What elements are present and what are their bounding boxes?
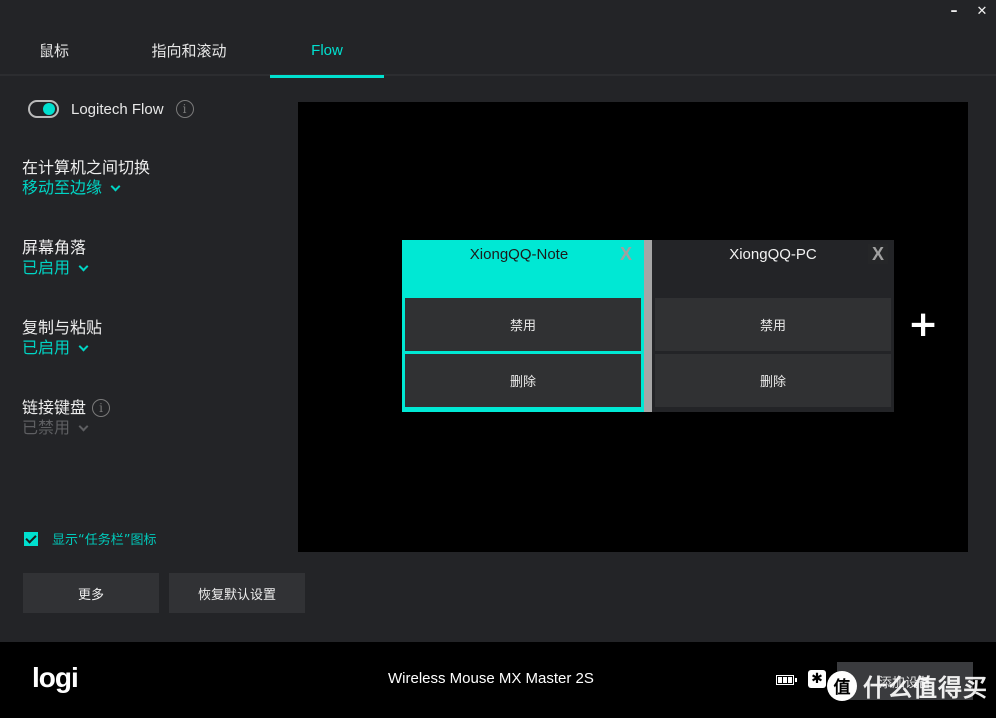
setting-link-keyboard: 链接键盘 i 已禁用: [22, 398, 111, 438]
battery-icon: [776, 675, 797, 685]
setting-value-dropdown[interactable]: 已启用: [22, 338, 102, 358]
computer-name: XiongQQ-Note: [469, 246, 569, 263]
chevron-down-icon: [78, 341, 89, 351]
computer-card[interactable]: XiongQQ-PC X 禁用 删除: [652, 240, 894, 412]
unifying-receiver-icon: ✱: [808, 670, 826, 688]
footer-bar: logi Wireless Mouse MX Master 2S ✱ 添加设备 …: [0, 642, 996, 718]
setting-screen-corners: 屏幕角落 已启用: [22, 238, 89, 278]
setting-switch-computers: 在计算机之间切换 移动至边缘: [22, 158, 150, 198]
close-window-button[interactable]: ✕: [968, 0, 996, 22]
info-icon[interactable]: i: [92, 399, 111, 417]
taskbar-icon-option: 显示“任务栏”图标: [24, 529, 156, 548]
disable-computer-button[interactable]: 禁用: [655, 298, 891, 351]
computer-card-active[interactable]: XiongQQ-Note X 禁用 删除: [402, 240, 652, 412]
more-button[interactable]: 更多: [23, 573, 159, 613]
info-icon[interactable]: i: [175, 100, 194, 118]
remove-computer-icon[interactable]: X: [616, 244, 636, 264]
tab-mouse[interactable]: 鼠标: [0, 24, 108, 76]
chevron-down-icon: [78, 421, 89, 431]
watermark: 值 什么值得买: [827, 668, 988, 703]
toggle-knob: [43, 103, 55, 115]
tab-bar: 鼠标 指向和滚动 Flow: [0, 24, 996, 78]
add-computer-icon[interactable]: +: [908, 307, 938, 343]
setting-title: 屏幕角落: [22, 238, 87, 257]
setting-value-dropdown: 已禁用: [22, 418, 110, 438]
computer-name: XiongQQ-PC: [729, 246, 817, 263]
tab-flow[interactable]: Flow: [270, 24, 384, 78]
watermark-badge-icon: 值: [827, 670, 857, 701]
setting-title: 在计算机之间切换: [22, 158, 151, 177]
restore-defaults-button[interactable]: 恢复默认设置: [169, 573, 305, 613]
setting-copy-paste: 复制与粘贴 已启用: [22, 318, 102, 358]
chevron-down-icon: [78, 261, 89, 271]
flow-toggle-row: Logitech Flow i: [28, 100, 194, 118]
setting-value-dropdown[interactable]: 移动至边缘: [22, 178, 150, 198]
remove-computer-icon[interactable]: X: [868, 244, 888, 264]
logi-logo: logi: [32, 662, 79, 693]
delete-computer-button[interactable]: 删除: [655, 354, 891, 407]
disable-computer-button[interactable]: 禁用: [405, 298, 641, 351]
taskbar-icon-label[interactable]: 显示“任务栏”图标: [52, 529, 156, 548]
flow-computers-canvas: XiongQQ-Note X 禁用 删除 XiongQQ-PC X 禁用 删除 …: [298, 102, 968, 552]
tab-point-and-scroll[interactable]: 指向和滚动: [108, 24, 270, 76]
setting-title: 复制与粘贴: [22, 318, 103, 337]
flow-toggle[interactable]: [28, 100, 59, 118]
watermark-text: 什么值得买: [863, 674, 988, 702]
delete-computer-button[interactable]: 删除: [405, 354, 641, 407]
setting-title: 链接键盘 i: [22, 398, 111, 418]
chevron-down-icon: [110, 181, 121, 191]
window-controls: – ✕: [940, 0, 996, 24]
device-name: Wireless Mouse MX Master 2S: [388, 670, 594, 687]
flow-toggle-label: Logitech Flow: [71, 100, 164, 118]
taskbar-icon-checkbox[interactable]: [24, 531, 38, 546]
minimize-button[interactable]: –: [940, 0, 968, 22]
setting-value-dropdown[interactable]: 已启用: [22, 258, 89, 278]
